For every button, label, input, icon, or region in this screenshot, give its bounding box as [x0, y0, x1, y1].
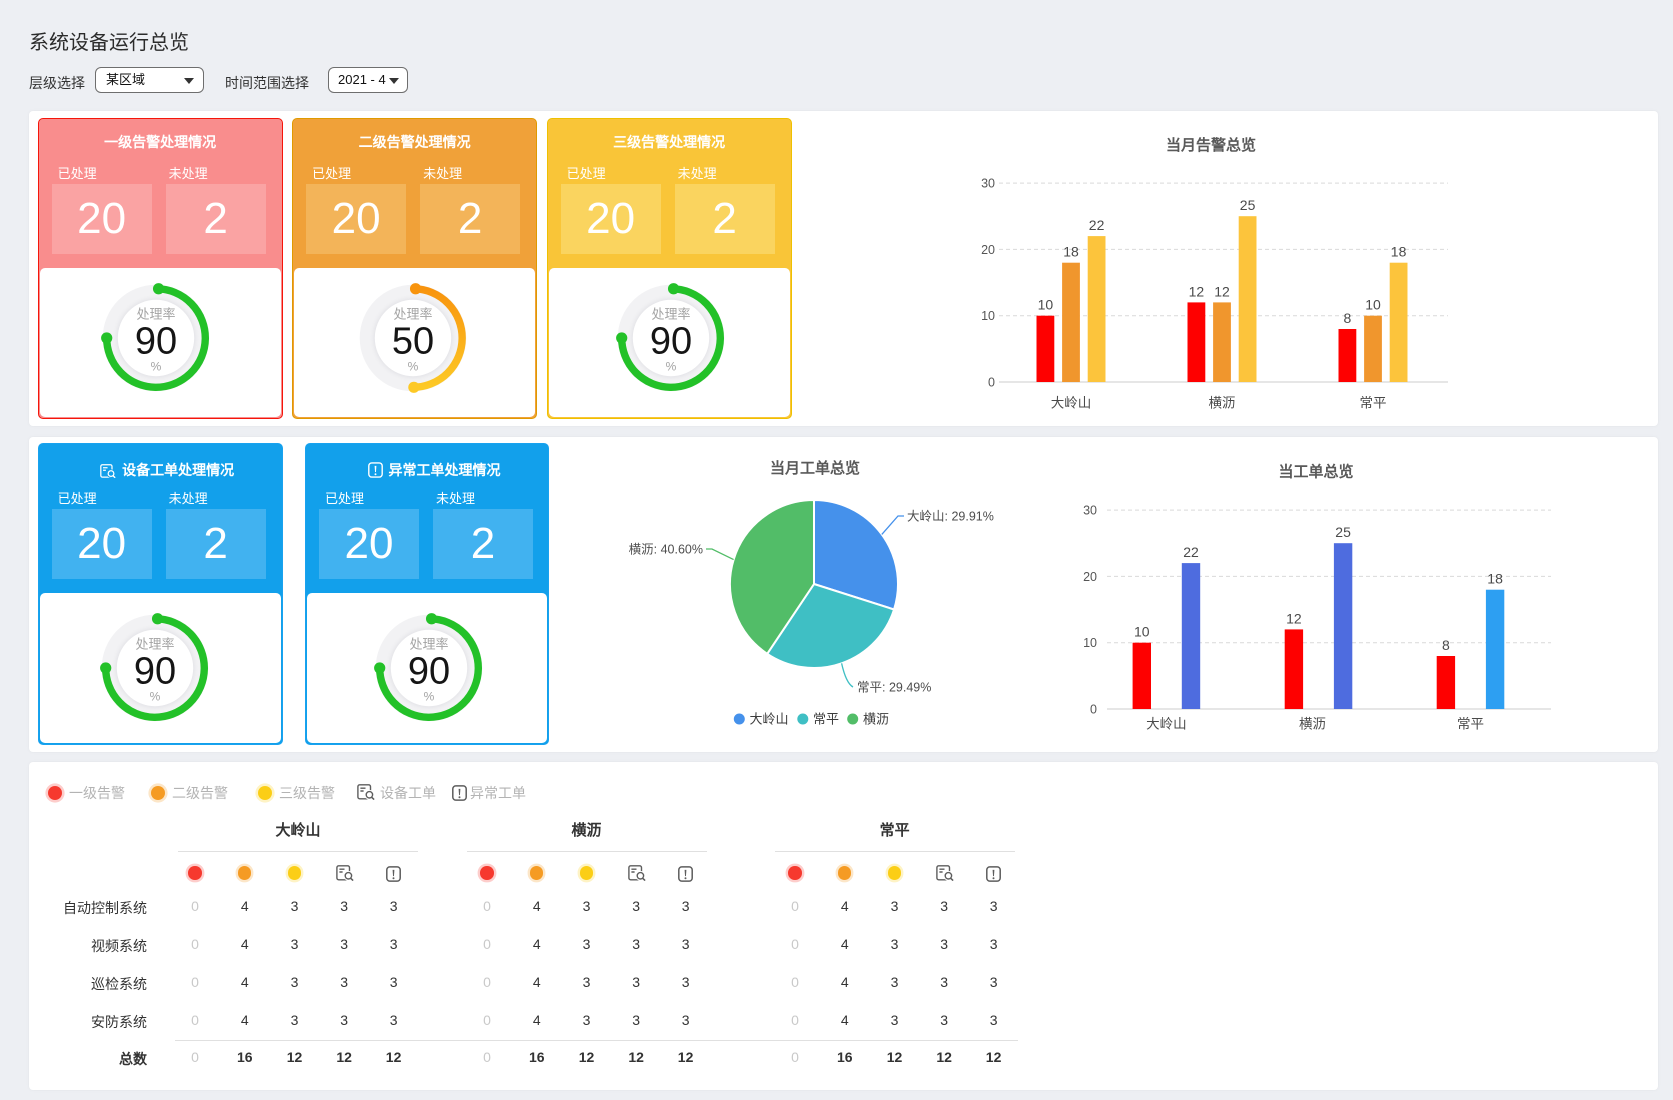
svg-text:30: 30	[1083, 504, 1097, 518]
svg-text:大岭山: 29.91%: 大岭山: 29.91%	[907, 510, 994, 524]
svg-text:%: %	[665, 360, 676, 374]
svg-text:%: %	[424, 689, 435, 703]
svg-text:大岭山: 大岭山	[1051, 396, 1092, 411]
svg-text:12: 12	[1214, 283, 1230, 299]
svg-text:90: 90	[135, 321, 177, 363]
svg-text:22: 22	[1183, 544, 1199, 560]
svg-text:12: 12	[1286, 610, 1302, 626]
svg-text:%: %	[407, 360, 418, 374]
svg-text:18: 18	[1487, 571, 1503, 587]
svg-text:20: 20	[1083, 570, 1097, 584]
svg-text:常平: 常平	[813, 712, 839, 727]
svg-text:处理率: 处理率	[393, 307, 432, 322]
svg-text:12: 12	[1189, 283, 1205, 299]
svg-text:当工单总览: 当工单总览	[1278, 463, 1353, 481]
svg-text:18: 18	[1063, 244, 1079, 260]
svg-text:90: 90	[649, 321, 691, 363]
svg-text:0: 0	[1090, 703, 1097, 717]
svg-text:常平: 29.49%: 常平: 29.49%	[857, 681, 931, 695]
svg-text:20: 20	[981, 243, 995, 257]
svg-text:常平: 常平	[1360, 396, 1387, 411]
svg-text:30: 30	[981, 177, 995, 191]
svg-text:10: 10	[981, 309, 995, 323]
svg-text:处理率: 处理率	[136, 636, 175, 651]
svg-text:大岭山: 大岭山	[1146, 717, 1187, 732]
svg-text:大岭山: 大岭山	[750, 712, 789, 727]
svg-text:8: 8	[1442, 637, 1450, 653]
svg-text:横沥: 横沥	[1299, 717, 1326, 732]
svg-text:横沥: 横沥	[1209, 396, 1236, 411]
svg-text:当月工单总览: 当月工单总览	[770, 459, 860, 477]
svg-text:0: 0	[988, 376, 995, 390]
svg-text:10: 10	[1083, 636, 1097, 650]
svg-text:横沥: 横沥	[863, 712, 889, 727]
svg-text:90: 90	[408, 650, 450, 692]
svg-text:%: %	[151, 360, 162, 374]
svg-text:50: 50	[391, 321, 433, 363]
svg-text:90: 90	[134, 650, 176, 692]
svg-text:处理率: 处理率	[651, 307, 690, 322]
svg-text:10: 10	[1365, 297, 1381, 313]
svg-text:25: 25	[1240, 197, 1256, 213]
svg-text:25: 25	[1335, 524, 1351, 540]
svg-text:横沥: 40.60%: 横沥: 40.60%	[629, 543, 703, 557]
svg-text:18: 18	[1391, 244, 1407, 260]
svg-text:处理率: 处理率	[137, 307, 176, 322]
svg-text:当月告警总览: 当月告警总览	[1166, 136, 1256, 154]
svg-text:处理率: 处理率	[409, 636, 448, 651]
svg-text:10: 10	[1038, 297, 1054, 313]
svg-text:22: 22	[1089, 217, 1105, 233]
svg-text:常平: 常平	[1457, 717, 1484, 732]
svg-text:%: %	[150, 689, 161, 703]
svg-text:8: 8	[1344, 310, 1352, 326]
svg-text:10: 10	[1134, 624, 1150, 640]
